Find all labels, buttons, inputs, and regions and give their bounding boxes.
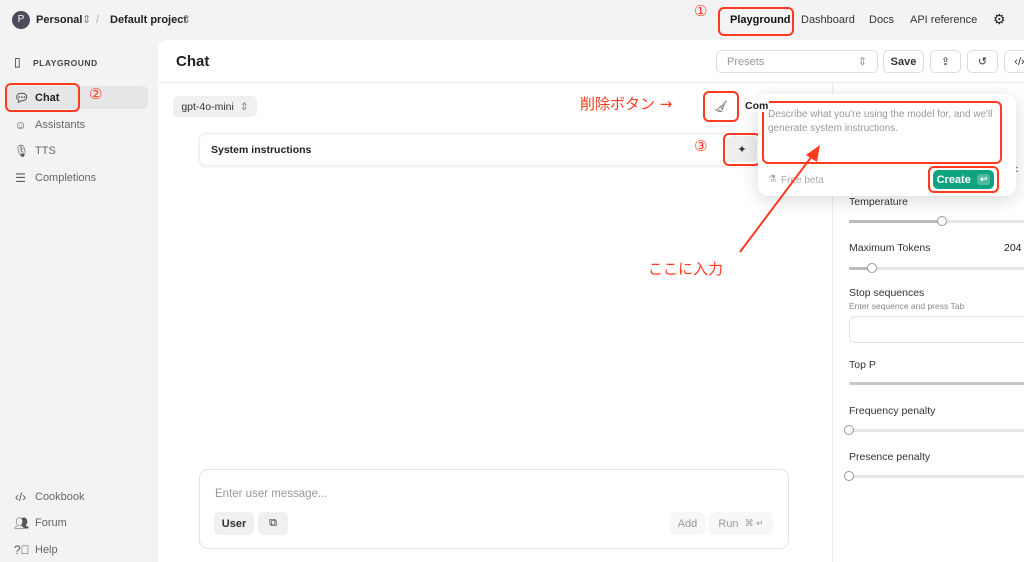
run-button[interactable]: Run ⌘ ↵: [709, 512, 773, 535]
annotation-input-label: ここに入力: [648, 260, 724, 278]
add-button[interactable]: Add: [670, 512, 705, 535]
role-button[interactable]: User: [214, 512, 254, 535]
run-shortcut: ⌘ ↵: [744, 518, 764, 528]
run-label: Run: [718, 517, 739, 530]
message-composer: [199, 469, 789, 549]
compare-label: Com: [744, 100, 770, 112]
message-input[interactable]: Enter user message...: [215, 488, 328, 500]
attach-image-icon[interactable]: ⧉: [258, 512, 288, 535]
